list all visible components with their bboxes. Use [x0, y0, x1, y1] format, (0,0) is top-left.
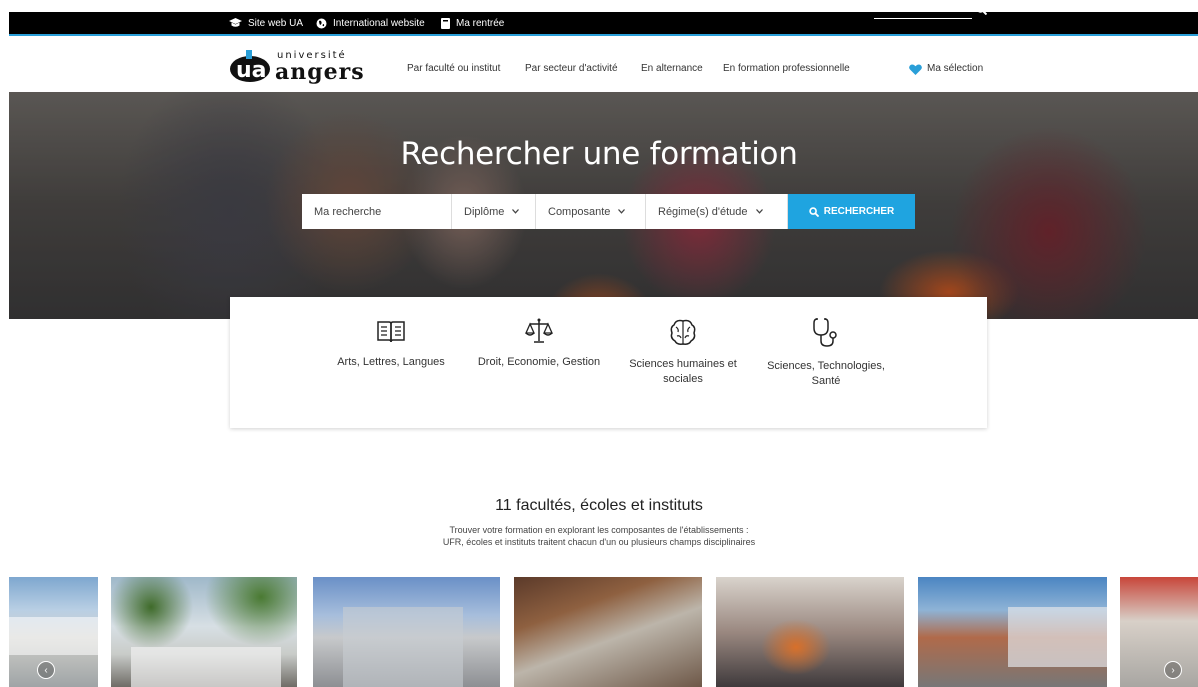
section-subtitle-line-1: Trouver votre formation en explorant les… — [449, 525, 749, 535]
top-bar — [9, 12, 1198, 34]
international-website-label: International website — [333, 17, 425, 29]
section-subtitle: Trouver votre formation en explorant les… — [0, 524, 1198, 548]
category-label: Sciences humaines et sociales — [629, 358, 737, 385]
diplome-select-label: Diplôme — [464, 205, 505, 218]
category-label: Arts, Lettres, Langues — [337, 356, 445, 368]
composante-select-label: Composante — [548, 205, 611, 218]
graduation-cap-icon — [229, 18, 242, 27]
heart-icon — [909, 64, 922, 75]
faculty-card-image[interactable] — [313, 577, 500, 687]
chevron-down-icon — [618, 209, 626, 214]
nav-par-faculte[interactable]: Par faculté ou institut — [407, 63, 500, 74]
stethoscope-icon — [813, 318, 837, 347]
formation-search-bar: Ma recherche Diplôme Composante Régime(s… — [302, 194, 915, 229]
chevron-right-icon[interactable]: › — [1164, 661, 1182, 679]
faculty-card-image[interactable] — [1120, 577, 1198, 687]
chevron-down-icon — [755, 209, 763, 214]
universite-angers-logo[interactable]: ua université angers — [229, 46, 364, 86]
category-droit-economie-gestion[interactable]: Droit, Economie, Gestion — [469, 317, 609, 370]
site-web-ua-label: Site web UA — [248, 17, 304, 29]
svg-text:ua: ua — [236, 58, 267, 82]
ma-selection-link[interactable]: Ma sélection — [927, 63, 983, 74]
category-label: Droit, Economie, Gestion — [477, 356, 601, 368]
logo-angers-text: angers — [275, 59, 365, 85]
ma-rentree-link[interactable]: Ma rentrée — [441, 12, 504, 34]
section-title: 11 facultés, écoles et instituts — [495, 497, 703, 514]
category-arts-lettres-langues[interactable]: Arts, Lettres, Langues — [321, 317, 461, 370]
chevron-left-icon[interactable]: ‹ — [37, 661, 55, 679]
composante-select[interactable]: Composante — [536, 194, 646, 229]
category-sciences-humaines-sociales[interactable]: Sciences humaines et sociales — [613, 317, 753, 387]
international-website-link[interactable]: International website — [316, 12, 425, 34]
nav-en-alternance[interactable]: En alternance — [641, 63, 703, 74]
faculty-card-image[interactable] — [514, 577, 702, 687]
top-bar-accent-line — [9, 34, 1198, 36]
topbar-search-input[interactable]: Rechercher — [874, 3, 972, 19]
book-icon — [441, 17, 450, 29]
globe-icon — [316, 18, 327, 28]
hero-title: Rechercher une formation — [400, 136, 798, 172]
rechercher-button[interactable]: RECHERCHER — [788, 194, 915, 229]
faculties-carousel: ‹ › — [9, 577, 1198, 687]
chevron-down-icon — [512, 209, 520, 214]
faculty-card-image[interactable] — [918, 577, 1107, 687]
scales-icon — [524, 318, 554, 343]
faculty-card-image[interactable] — [111, 577, 297, 687]
nav-formation-professionnelle[interactable]: En formation professionnelle — [723, 63, 850, 74]
category-sciences-technologies-sante[interactable]: Sciences, Technologies, Santé — [756, 317, 896, 389]
regime-etude-select-label: Régime(s) d'étude — [658, 205, 748, 218]
nav-par-secteur[interactable]: Par secteur d'activité — [525, 63, 618, 74]
search-icon — [808, 206, 819, 217]
regime-etude-select[interactable]: Régime(s) d'étude — [646, 194, 788, 229]
ma-rentree-label: Ma rentrée — [456, 17, 505, 29]
diplome-select[interactable]: Diplôme — [452, 194, 536, 229]
ua-logo-mark: ua — [230, 50, 270, 82]
faculty-card-image[interactable] — [716, 577, 904, 687]
book-open-icon — [377, 321, 405, 343]
brain-icon — [670, 319, 696, 345]
category-label: Sciences, Technologies, Santé — [767, 360, 885, 387]
search-icon[interactable] — [976, 4, 987, 15]
site-web-ua-link[interactable]: Site web UA — [229, 12, 303, 34]
formation-search-input[interactable]: Ma recherche — [302, 194, 452, 229]
section-subtitle-line-2: UFR, écoles et instituts traitent chacun… — [442, 537, 756, 547]
categories-card: Arts, Lettres, Langues Droit, Economie, … — [230, 297, 987, 428]
rechercher-button-label: RECHERCHER — [823, 206, 895, 217]
